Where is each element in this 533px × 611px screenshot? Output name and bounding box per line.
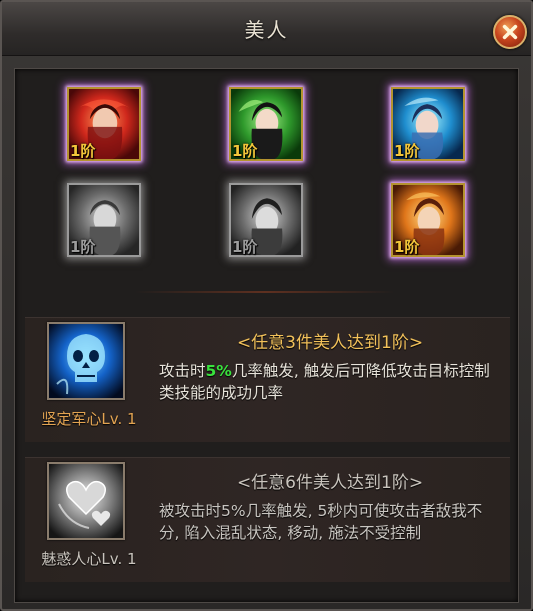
portrait-slot-3[interactable]: 1阶 — [385, 81, 471, 167]
title-bar: 美人 — [2, 2, 531, 56]
content-panel: 1阶 1阶 1阶 1阶 1阶 1阶 坚定军心Lv. 1 <任意3件美人达到1阶>… — [14, 68, 519, 603]
skill-icon-frame[interactable] — [47, 462, 125, 540]
window-title: 美人 — [244, 18, 289, 42]
beauty-window: 美人 1阶 1阶 1阶 1阶 1阶 1阶 坚定军心Lv. 1 <任意3件美人达到… — [0, 0, 533, 611]
skill-description: 被攻击时5%几率触发, 5秒内可使攻击者敌我不分, 陷入混乱状态, 移动, 施法… — [159, 502, 483, 542]
rank-label: 1阶 — [70, 142, 96, 160]
skill-condition: <任意6件美人达到1阶> — [236, 473, 424, 493]
skill-icon-frame[interactable] — [47, 322, 125, 400]
rank-label: 1阶 — [70, 238, 96, 256]
rank-label: 1阶 — [394, 142, 420, 160]
skill-name: 坚定军心Lv. 1 — [41, 410, 137, 428]
set-bonus-panel-1: 坚定军心Lv. 1 <任意3件美人达到1阶> 攻击时5%几率触发, 触发后可降低… — [25, 317, 510, 442]
portrait-slot-6[interactable]: 1阶 — [385, 177, 471, 263]
close-button[interactable] — [493, 15, 527, 49]
set-bonus-panel-2: 魅惑人心Lv. 1 <任意6件美人达到1阶> 被攻击时5%几率触发, 5秒内可使… — [25, 457, 510, 582]
skull-ghost-icon — [49, 324, 123, 398]
portrait-slot-4[interactable]: 1阶 — [61, 177, 147, 263]
hearts-icon — [49, 464, 123, 538]
portrait-slot-2[interactable]: 1阶 — [223, 81, 309, 167]
portrait-grid: 1阶 1阶 1阶 1阶 1阶 1阶 — [15, 69, 520, 294]
rank-label: 1阶 — [232, 238, 258, 256]
chance-highlight: 5% — [205, 362, 232, 380]
section-divider — [135, 291, 395, 293]
skill-condition: <任意3件美人达到1阶> — [236, 333, 424, 353]
close-icon — [502, 24, 518, 40]
rank-label: 1阶 — [394, 238, 420, 256]
portrait-slot-5[interactable]: 1阶 — [223, 177, 309, 263]
rank-label: 1阶 — [232, 142, 258, 160]
skill-description: 攻击时5%几率触发, 触发后可降低攻击目标控制类技能的成功几率 — [159, 362, 490, 402]
skill-name: 魅惑人心Lv. 1 — [41, 550, 137, 568]
portrait-slot-1[interactable]: 1阶 — [61, 81, 147, 167]
